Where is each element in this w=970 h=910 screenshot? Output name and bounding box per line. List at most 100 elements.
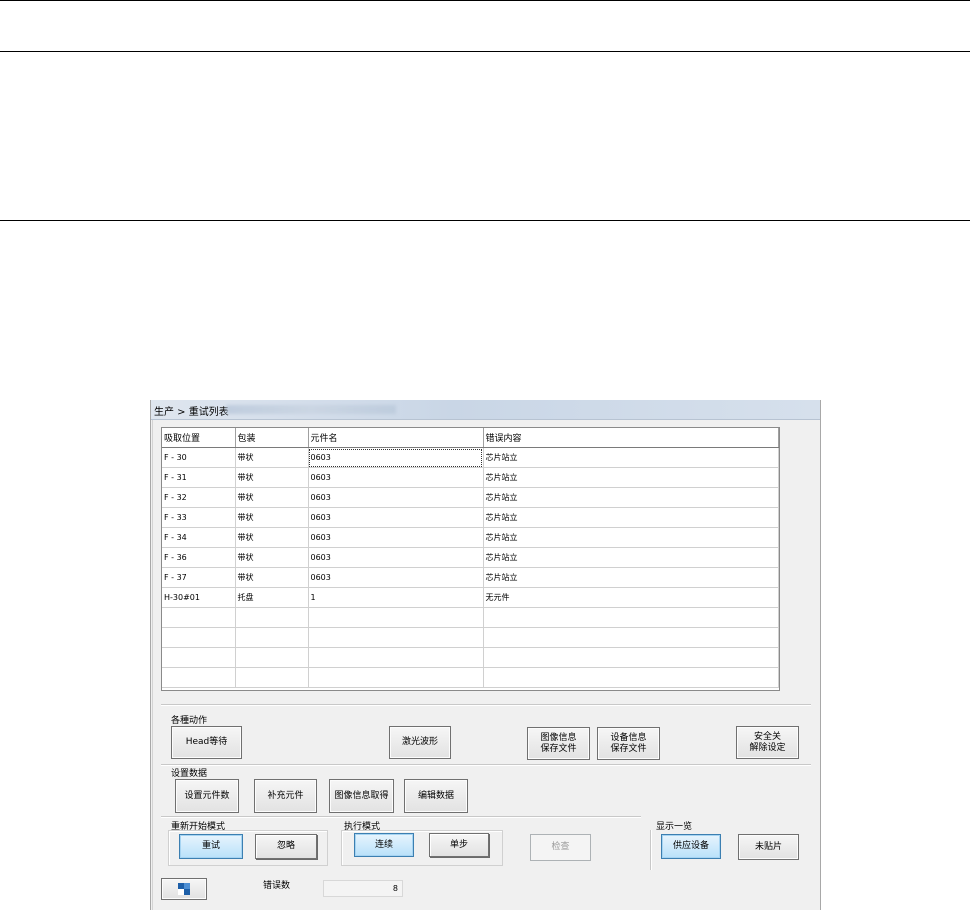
retry-button[interactable]: 重试 xyxy=(179,834,243,859)
cell-pick-position[interactable]: F - 32 xyxy=(162,487,236,508)
supply-device-button[interactable]: 供应设备 xyxy=(661,834,721,859)
cell-empty[interactable] xyxy=(162,627,236,648)
check-button[interactable]: 检查 xyxy=(530,834,591,861)
cell-empty[interactable] xyxy=(483,667,779,688)
cell-pick-position[interactable]: F - 30 xyxy=(162,447,236,468)
unplaced-button[interactable]: 未贴片 xyxy=(738,834,799,860)
cell-error[interactable]: 无元件 xyxy=(483,587,779,608)
title-blur xyxy=(226,405,396,414)
cell-pick-position[interactable]: F - 36 xyxy=(162,547,236,568)
cell-empty[interactable] xyxy=(483,627,779,648)
col-header-error[interactable]: 错误内容 xyxy=(483,428,779,448)
restore-window-button[interactable] xyxy=(161,878,207,900)
table-row-empty[interactable] xyxy=(162,647,779,668)
cell-error[interactable]: 芯片站立 xyxy=(483,527,779,548)
client-area: 吸取位置 包装 元件名 错误内容 F - 30 带状 0603 芯片站立 F -… xyxy=(152,420,820,910)
cell-package[interactable]: 带状 xyxy=(235,547,309,568)
cell-error[interactable]: 芯片站立 xyxy=(483,447,779,468)
save-image-info-button[interactable]: 图像信息 保存文件 xyxy=(527,727,590,760)
table-row[interactable]: F - 32 带状 0603 芯片站立 xyxy=(162,487,779,508)
continuous-button[interactable]: 连续 xyxy=(354,833,414,857)
laser-waveform-button[interactable]: 激光波形 xyxy=(389,726,451,759)
table-row[interactable]: F - 33 带状 0603 芯片站立 xyxy=(162,507,779,528)
cell-empty[interactable] xyxy=(308,667,484,688)
cell-empty[interactable] xyxy=(235,667,309,688)
table-row-empty[interactable] xyxy=(162,627,779,648)
cell-empty[interactable] xyxy=(235,607,309,628)
cell-pick-position[interactable]: F - 34 xyxy=(162,527,236,548)
head-wait-button[interactable]: Head等待 xyxy=(171,726,242,759)
cell-package[interactable]: 带状 xyxy=(235,567,309,588)
cell-part-name[interactable]: 1 xyxy=(308,587,484,608)
cell-error[interactable]: 芯片站立 xyxy=(483,567,779,588)
col-header-part-name[interactable]: 元件名 xyxy=(308,428,484,448)
cell-part-name[interactable]: 0603 xyxy=(308,467,484,488)
cell-pick-position[interactable]: F - 37 xyxy=(162,567,236,588)
cell-empty[interactable] xyxy=(162,647,236,668)
cell-empty[interactable] xyxy=(162,667,236,688)
safety-release-button[interactable]: 安全关 解除设定 xyxy=(736,726,799,759)
error-count-label: 错误数 xyxy=(263,881,291,891)
cell-empty[interactable] xyxy=(308,607,484,628)
get-image-info-button[interactable]: 图像信息取得 xyxy=(329,779,394,813)
table-row-empty[interactable] xyxy=(162,667,779,688)
table-header-row: 吸取位置 包装 元件名 错误内容 xyxy=(162,428,779,448)
table-row[interactable]: F - 37 带状 0603 芯片站立 xyxy=(162,567,779,588)
cell-part-name[interactable]: 0603 xyxy=(308,547,484,568)
edit-data-button[interactable]: 编辑数据 xyxy=(404,779,468,813)
cell-empty[interactable] xyxy=(162,607,236,628)
window-title: 生产 > 重试列表 xyxy=(154,407,229,418)
ignore-button[interactable]: 忽略 xyxy=(255,834,317,859)
cell-pick-position[interactable]: F - 31 xyxy=(162,467,236,488)
cell-package[interactable]: 带状 xyxy=(235,507,309,528)
rule-2 xyxy=(0,51,970,52)
supplement-part-button[interactable]: 补充元件 xyxy=(254,779,317,813)
col-header-pick-position[interactable]: 吸取位置 xyxy=(162,428,236,448)
settings-separator xyxy=(161,764,811,766)
cell-error[interactable]: 芯片站立 xyxy=(483,467,779,488)
rule-3 xyxy=(0,220,970,221)
cell-part-name[interactable]: 0603 xyxy=(308,447,484,468)
table-row-empty[interactable] xyxy=(162,607,779,628)
cell-part-name[interactable]: 0603 xyxy=(308,507,484,528)
col-header-package[interactable]: 包装 xyxy=(235,428,309,448)
top-rule xyxy=(0,0,970,1)
cell-empty[interactable] xyxy=(308,627,484,648)
cell-part-name[interactable]: 0603 xyxy=(308,527,484,548)
cell-package[interactable]: 托盘 xyxy=(235,587,309,608)
cell-error[interactable]: 芯片站立 xyxy=(483,547,779,568)
retry-table: 吸取位置 包装 元件名 错误内容 F - 30 带状 0603 芯片站立 F -… xyxy=(161,427,780,691)
cell-pick-position[interactable]: H-30#01 xyxy=(162,587,236,608)
table-row[interactable]: H-30#01 托盘 1 无元件 xyxy=(162,587,779,608)
save-device-info-button[interactable]: 设备信息 保存文件 xyxy=(597,727,660,760)
display-divider xyxy=(650,830,652,870)
step-button[interactable]: 单步 xyxy=(429,833,489,857)
display-list-label: 显示一览 xyxy=(656,822,693,832)
cell-part-name[interactable]: 0603 xyxy=(308,567,484,588)
cell-error[interactable]: 芯片站立 xyxy=(483,507,779,528)
error-count-value: 8 xyxy=(323,880,403,897)
cell-part-name[interactable]: 0603 xyxy=(308,487,484,508)
cell-empty[interactable] xyxy=(308,647,484,668)
cell-pick-position[interactable]: F - 33 xyxy=(162,507,236,528)
retry-list-window: 生产 > 重试列表 吸取位置 包装 元件名 错误内容 F - 30 带状 060… xyxy=(150,400,821,910)
table-row[interactable]: F - 36 带状 0603 芯片站立 xyxy=(162,547,779,568)
table-row[interactable]: F - 31 带状 0603 芯片站立 xyxy=(162,467,779,488)
cell-error[interactable]: 芯片站立 xyxy=(483,487,779,508)
cell-package[interactable]: 带状 xyxy=(235,527,309,548)
actions-group-label: 各種动作 xyxy=(171,716,208,726)
actions-separator xyxy=(161,704,811,706)
cell-package[interactable]: 带状 xyxy=(235,487,309,508)
cell-empty[interactable] xyxy=(483,647,779,668)
cell-empty[interactable] xyxy=(235,647,309,668)
cell-package[interactable]: 带状 xyxy=(235,467,309,488)
cell-package[interactable]: 带状 xyxy=(235,447,309,468)
cell-empty[interactable] xyxy=(235,627,309,648)
title-bar[interactable]: 生产 > 重试列表 xyxy=(151,400,820,420)
set-part-count-button[interactable]: 设置元件数 xyxy=(175,779,239,813)
settings-group-label: 设置数据 xyxy=(171,769,208,779)
table-row[interactable]: F - 34 带状 0603 芯片站立 xyxy=(162,527,779,548)
table-row[interactable]: F - 30 带状 0603 芯片站立 xyxy=(162,447,779,468)
cell-empty[interactable] xyxy=(483,607,779,628)
settings-bottom-separator xyxy=(161,816,641,818)
